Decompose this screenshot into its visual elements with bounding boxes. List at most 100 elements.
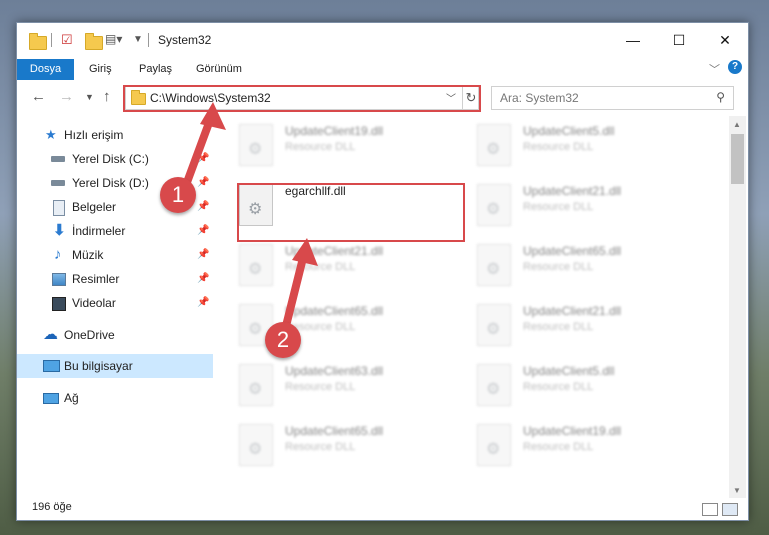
navigation-pane: ★ Hızlı erişim Yerel Disk (C:) 📌 Yerel D… <box>17 116 213 501</box>
maximize-button[interactable]: ☐ <box>656 23 702 59</box>
sidebar-item-label: İndirmeler <box>72 224 126 238</box>
file-type: Resource DLL <box>523 201 594 213</box>
file-type: Resource DLL <box>523 441 594 453</box>
search-input[interactable]: Ara: System32 ⚲ <box>491 86 734 110</box>
tab-home[interactable]: Giriş <box>89 59 112 80</box>
details-view-icon[interactable] <box>702 503 718 516</box>
sidebar-item-quick-access[interactable]: ★ Hızlı erişim <box>17 123 213 147</box>
pin-icon[interactable]: 📌 <box>197 171 209 195</box>
list-item[interactable]: UpdateClient19.dll Resource DLL <box>219 116 444 176</box>
sidebar-item-label: Videolar <box>72 296 116 310</box>
dll-file-icon <box>239 244 273 286</box>
list-item[interactable]: UpdateClient21.dll Resource DLL <box>457 176 682 236</box>
sidebar-item-label: Müzik <box>72 248 104 262</box>
sidebar-item-downloads[interactable]: ⬇ İndirmeler 📌 <box>17 219 213 243</box>
dll-file-icon <box>477 304 511 346</box>
help-icon[interactable]: ? <box>728 60 742 74</box>
pin-icon[interactable]: 📌 <box>197 195 209 219</box>
status-bar: 196 öğe <box>17 498 748 520</box>
dll-file-icon <box>477 184 511 226</box>
minimize-button[interactable]: — <box>610 23 656 59</box>
file-type: Resource DLL <box>523 261 594 273</box>
file-name: UpdateClient63.dll <box>285 364 384 378</box>
search-placeholder: Ara: System32 <box>500 91 579 105</box>
pin-icon[interactable]: 📌 <box>197 291 209 315</box>
dll-file-icon <box>477 424 511 466</box>
pictures-icon <box>52 273 66 286</box>
file-name: UpdateClient21.dll <box>285 244 384 258</box>
sidebar-item-label: Bu bilgisayar <box>64 359 133 373</box>
list-item[interactable]: UpdateClient5.dll Resource DLL <box>457 356 682 416</box>
file-highlight-box <box>237 183 465 242</box>
properties-icon[interactable]: ☑ <box>61 32 73 50</box>
recent-locations-icon[interactable]: ▼ <box>85 92 94 102</box>
cloud-icon: ☁ <box>43 326 58 343</box>
customize-toolbar-icon[interactable]: ▤▾ <box>105 32 122 50</box>
title-bar: ☑ ▤▾ ▼ System32 — ☐ ✕ <box>17 23 748 59</box>
list-item[interactable]: UpdateClient65.dll Resource DLL <box>219 296 444 356</box>
file-name: UpdateClient65.dll <box>523 244 622 258</box>
sidebar-item-pictures[interactable]: Resimler 📌 <box>17 267 213 291</box>
separator <box>148 33 149 47</box>
sidebar-item-local-disk-c[interactable]: Yerel Disk (C:) 📌 <box>17 147 213 171</box>
sidebar-item-videos[interactable]: Videolar 📌 <box>17 291 213 315</box>
list-item[interactable]: UpdateClient65.dll Resource DLL <box>457 236 682 296</box>
file-type: Resource DLL <box>285 381 356 393</box>
sidebar-item-label: Yerel Disk (C:) <box>72 152 149 166</box>
list-item[interactable]: UpdateClient5.dll Resource DLL <box>457 116 682 176</box>
sidebar-item-music[interactable]: ♪ Müzik 📌 <box>17 243 213 267</box>
file-list: UpdateClient19.dll Resource DLL egarchll… <box>219 116 729 501</box>
sidebar-item-network[interactable]: Ağ <box>17 386 213 410</box>
file-type: Resource DLL <box>285 441 356 453</box>
list-item[interactable]: UpdateClient65.dll Resource DLL <box>219 416 444 476</box>
dll-file-icon <box>239 424 273 466</box>
pin-icon[interactable]: 📌 <box>197 219 209 243</box>
pin-icon[interactable]: 📌 <box>197 243 209 267</box>
list-item[interactable]: UpdateClient21.dll Resource DLL <box>457 296 682 356</box>
file-name: UpdateClient21.dll <box>523 184 622 198</box>
list-item[interactable]: UpdateClient63.dll Resource DLL <box>219 356 444 416</box>
new-folder-icon[interactable] <box>85 33 103 50</box>
navigation-bar: ← → ▼ ↑ C:\Windows\System32 ﹀ ↻ Ara: Sys… <box>17 80 748 116</box>
sidebar-item-onedrive[interactable]: ☁ OneDrive <box>17 323 213 347</box>
tab-view[interactable]: Görünüm <box>196 59 242 80</box>
tab-share[interactable]: Paylaş <box>139 59 172 80</box>
close-button[interactable]: ✕ <box>702 23 748 59</box>
sidebar-item-label: Resimler <box>72 272 120 286</box>
search-icon: ⚲ <box>716 90 725 104</box>
drive-icon <box>51 156 65 162</box>
drive-icon <box>51 180 65 186</box>
pin-icon[interactable]: 📌 <box>197 147 209 171</box>
up-arrow-icon[interactable]: ↑ <box>103 88 111 105</box>
dll-file-icon <box>477 124 511 166</box>
computer-icon <box>43 360 60 372</box>
sidebar-item-label: Hızlı erişim <box>64 128 124 142</box>
dll-file-icon <box>477 244 511 286</box>
sidebar-item-this-pc[interactable]: Bu bilgisayar <box>17 354 213 378</box>
list-item[interactable]: UpdateClient21.dll Resource DLL <box>219 236 444 296</box>
vertical-scrollbar[interactable]: ▲ ▼ <box>729 116 746 501</box>
file-name: UpdateClient65.dll <box>285 424 384 438</box>
back-arrow-icon[interactable]: ← <box>31 88 46 105</box>
pin-icon[interactable]: 📌 <box>197 267 209 291</box>
sidebar-item-label: Ağ <box>64 391 79 405</box>
star-icon: ★ <box>45 127 57 142</box>
forward-arrow-icon[interactable]: → <box>59 88 74 105</box>
file-name: UpdateClient65.dll <box>285 304 384 318</box>
file-type: Resource DLL <box>285 261 356 273</box>
list-item[interactable]: UpdateClient19.dll Resource DLL <box>457 416 682 476</box>
explorer-window: ☑ ▤▾ ▼ System32 — ☐ ✕ Dosya Giriş Paylaş… <box>16 22 749 521</box>
music-icon: ♪ <box>54 246 62 263</box>
large-icons-view-icon[interactable] <box>722 503 738 516</box>
scrollbar-thumb[interactable] <box>731 134 744 184</box>
file-name: UpdateClient21.dll <box>523 304 622 318</box>
dll-file-icon <box>239 364 273 406</box>
scroll-down-icon[interactable]: ▼ <box>733 486 741 495</box>
expand-ribbon-icon[interactable]: ﹀ <box>709 61 720 77</box>
file-name: UpdateClient5.dll <box>523 124 615 138</box>
scroll-up-icon[interactable]: ▲ <box>733 120 741 129</box>
folder-icon <box>29 33 47 50</box>
item-count: 196 öğe <box>32 501 72 513</box>
chevron-down-icon[interactable]: ▼ <box>133 34 143 52</box>
ribbon-tabs: Dosya Giriş Paylaş Görünüm ﹀ ? <box>17 59 748 119</box>
